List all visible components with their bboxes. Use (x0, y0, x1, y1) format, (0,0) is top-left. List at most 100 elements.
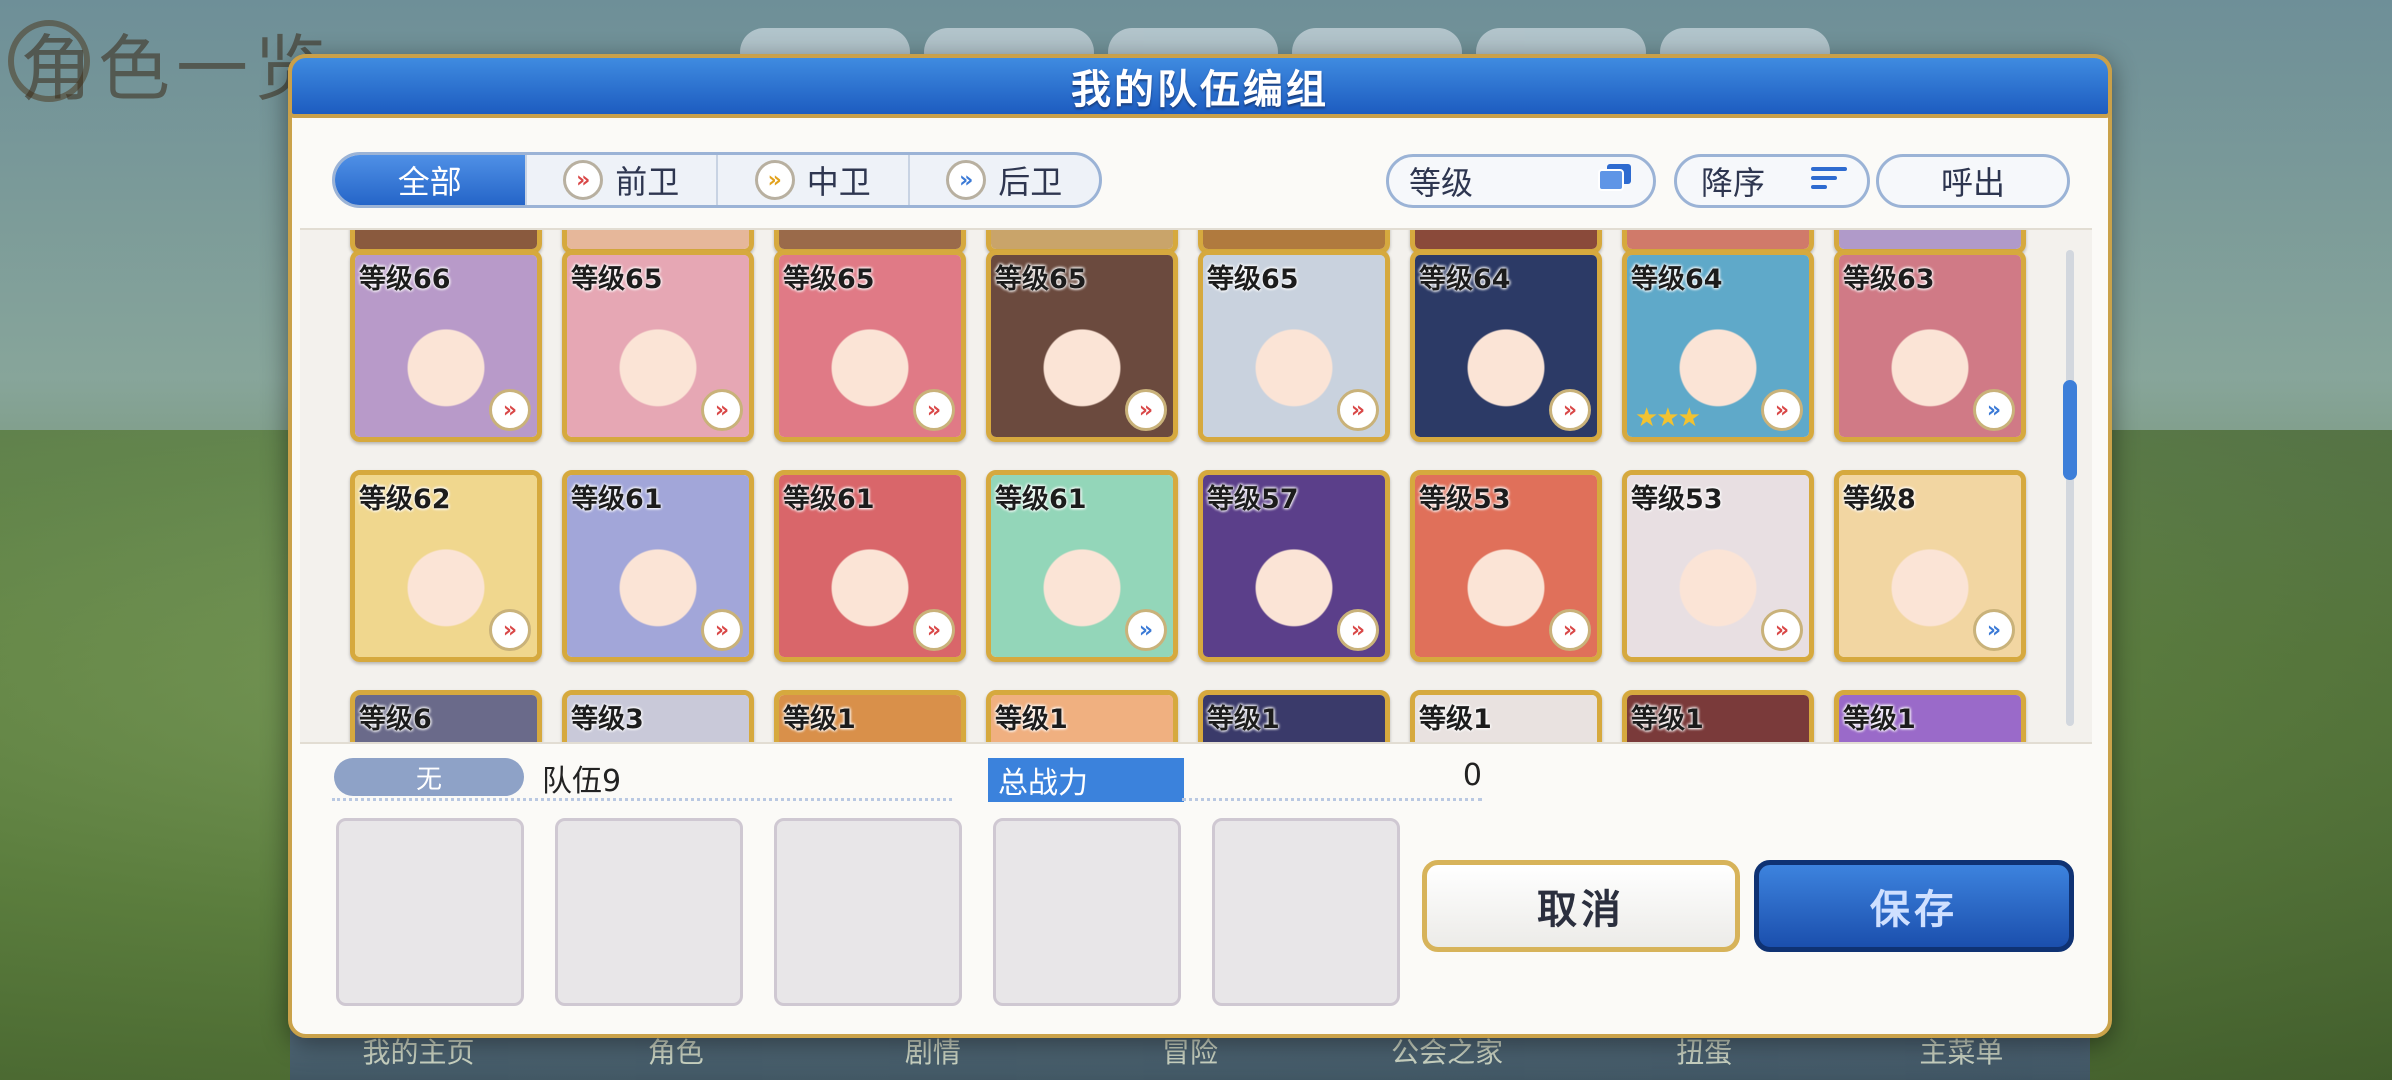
character-level: 等级3 (571, 704, 644, 735)
role-filter-tabs: 全部 » 前卫 » 中卫 » 后卫 (332, 152, 1102, 208)
front-position-icon: » (701, 389, 743, 431)
filter-tab-label: 中卫 (806, 163, 871, 201)
character-card[interactable]: 等级53 » (1410, 470, 1602, 662)
character-level: 等级8 (1843, 484, 1916, 515)
front-position-icon: » (1761, 609, 1803, 651)
team-edit-dialog: 我的队伍编组 全部» 前卫» 中卫» 后卫 等级 降序 呼出 等级66» 等级65» 等级… (288, 54, 2112, 1038)
rear-position-icon: » (1973, 609, 2015, 651)
dialog-title: 我的队伍编组 (1071, 67, 1329, 113)
character-level: 等级65 (995, 264, 1087, 295)
character-level: 等级1 (1631, 704, 1704, 735)
team-tag[interactable]: 无 (334, 758, 524, 796)
character-card[interactable]: 等级65 » (1198, 250, 1390, 442)
rear-position-icon: » (1973, 389, 2015, 431)
team-slot-4[interactable] (993, 818, 1181, 1006)
front-position-icon: » (1337, 389, 1379, 431)
team-slot-5[interactable] (1212, 818, 1400, 1006)
filter-tab-label: 全部 (397, 163, 462, 201)
character-level: 等级65 (783, 264, 875, 295)
character-portrait (355, 230, 537, 249)
character-level: 等级61 (995, 484, 1087, 515)
midguard-chevron-icon: » (754, 160, 795, 200)
character-card[interactable]: 等级6 (350, 690, 542, 742)
character-portrait (991, 230, 1173, 249)
character-card[interactable]: 等级1 (1622, 690, 1814, 742)
character-card[interactable]: 等级61 » (986, 470, 1178, 662)
character-level: 等级1 (1207, 704, 1280, 735)
character-level: 等级63 (1843, 264, 1935, 295)
character-card[interactable]: 等级66 » (350, 250, 542, 442)
character-card[interactable]: 等级62 » (350, 470, 542, 662)
sort-order-icon (1811, 162, 1847, 200)
cancel-button[interactable]: 取消 (1422, 860, 1740, 952)
screen-title: 角色一览 (20, 27, 333, 111)
divider (332, 798, 952, 801)
front-position-icon: » (913, 609, 955, 651)
call-out-button[interactable]: 呼出 (1876, 154, 2070, 208)
character-level: 等级1 (1843, 704, 1916, 735)
vanguard-chevron-icon: » (563, 160, 604, 200)
character-card[interactable]: 等级65 » (562, 250, 754, 442)
filter-tab-label: 前卫 (615, 163, 680, 201)
front-position-icon: » (489, 609, 531, 651)
character-level: 等级62 (359, 484, 451, 515)
rearguard-chevron-icon: » (946, 160, 987, 200)
character-card[interactable]: 等级53 » (1622, 470, 1814, 662)
rear-position-icon: » (1125, 609, 1167, 651)
front-position-icon: » (1125, 389, 1167, 431)
front-position-icon: » (1549, 389, 1591, 431)
sort-field-button[interactable]: 等级 (1386, 154, 1656, 208)
character-card[interactable]: 等级3 (562, 690, 754, 742)
sort-field-label: 等级 (1409, 164, 1474, 202)
character-card[interactable]: 等级65 » (986, 250, 1178, 442)
character-level: 等级61 (571, 484, 663, 515)
character-card[interactable]: 等级61 » (774, 470, 966, 662)
filter-tab[interactable]: » 中卫 (718, 155, 910, 205)
character-card[interactable]: 等级61 » (562, 470, 754, 662)
sort-field-icon (1597, 162, 1633, 200)
character-card[interactable]: 等级8 » (1834, 470, 2026, 662)
character-level: 等级57 (1207, 484, 1299, 515)
character-portrait (1839, 230, 2021, 249)
front-position-icon: » (1761, 389, 1803, 431)
filter-tab[interactable]: 全部 (335, 155, 527, 205)
grid-scrollbar[interactable] (2063, 250, 2077, 726)
character-card[interactable]: 等级1 (1834, 690, 2026, 742)
character-card[interactable]: 等级1 (1198, 690, 1390, 742)
character-level: 等级53 (1631, 484, 1723, 515)
character-card[interactable]: 等级1 (774, 690, 966, 742)
character-level: 等级66 (359, 264, 451, 295)
sort-order-button[interactable]: 降序 (1674, 154, 1870, 208)
character-level: 等级61 (783, 484, 875, 515)
filter-tab-label: 后卫 (998, 163, 1063, 201)
character-portrait (1415, 230, 1597, 249)
character-level: 等级64 (1419, 264, 1511, 295)
character-grid[interactable]: 等级66» 等级65» 等级65» 等级65» 等级65» 等级64» 等级64» ★★★ 等级… (300, 228, 2092, 744)
filter-tab[interactable]: » 后卫 (910, 155, 1100, 205)
scrollbar-thumb[interactable] (2063, 380, 2077, 480)
filter-tab[interactable]: » 前卫 (527, 155, 718, 205)
character-level: 等级6 (359, 704, 432, 735)
team-slot-3[interactable] (774, 818, 962, 1006)
character-level: 等级64 (1631, 264, 1723, 295)
dialog-header: 我的队伍编组 (288, 54, 2112, 118)
save-button[interactable]: 保存 (1754, 860, 2074, 952)
character-card[interactable]: 等级64 » ★★★ (1622, 250, 1814, 442)
team-slot-2[interactable] (555, 818, 743, 1006)
sort-order-label: 降序 (1701, 164, 1766, 202)
character-card[interactable]: 等级1 (1410, 690, 1602, 742)
character-card[interactable]: 等级1 (986, 690, 1178, 742)
character-portrait (567, 230, 749, 249)
team-slot-1[interactable] (336, 818, 524, 1006)
front-position-icon: » (701, 609, 743, 651)
character-level: 等级53 (1419, 484, 1511, 515)
character-card[interactable]: 等级63 » (1834, 250, 2026, 442)
character-card[interactable]: 等级64 » (1410, 250, 1602, 442)
character-card[interactable]: 等级57 » (1198, 470, 1390, 662)
character-portrait (1203, 230, 1385, 249)
team-name: 队伍9 (542, 764, 622, 799)
character-level: 等级1 (1419, 704, 1492, 735)
star-rank-icon: ★★★ (1635, 403, 1701, 433)
character-card[interactable]: 等级65 » (774, 250, 966, 442)
character-level: 等级65 (1207, 264, 1299, 295)
